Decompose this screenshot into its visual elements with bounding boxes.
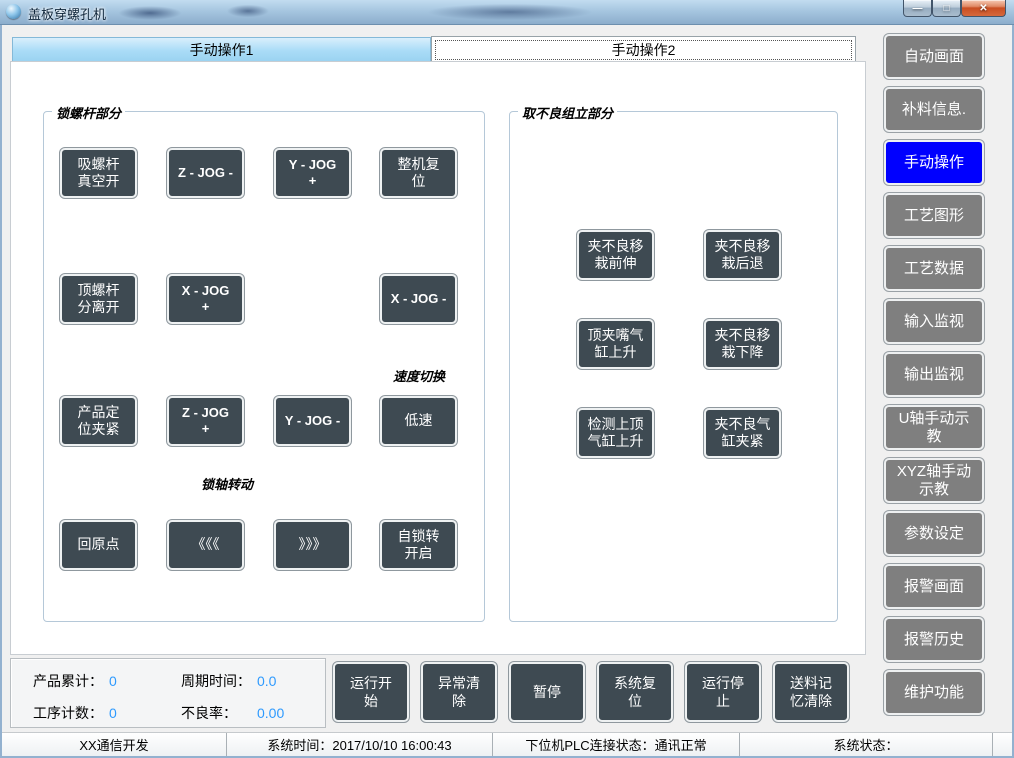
group-lock-screw-title: 锁螺杆部分 (52, 103, 125, 122)
speed-switch-label: 速度切换 (380, 366, 458, 385)
counter-product-total: 产品累计： 0 (33, 670, 181, 692)
tab-manual-operation-2-label: 手动操作2 (612, 40, 676, 60)
y-jog-minus-button[interactable]: Y - JOG - (274, 396, 351, 446)
minimize-button[interactable]: — (903, 0, 932, 17)
group-defect-assembly-title: 取不良组立部分 (518, 103, 617, 122)
z-jog-minus-button[interactable]: Z - JOG - (167, 148, 244, 198)
y-jog-plus-button[interactable]: Y - JOG + (274, 148, 351, 198)
run-stop-button[interactable]: 运行停 止 (685, 662, 761, 722)
machine-reset-button[interactable]: 整机复 位 (380, 148, 457, 198)
feed-memory-clear-button[interactable]: 送料记 忆清除 (773, 662, 849, 722)
counter-cycle-time-value: 0.0 (257, 673, 276, 689)
sidebar-item-process-data[interactable]: 工艺数据 (884, 246, 984, 291)
app-icon (6, 4, 21, 19)
sidebar-item-output-monitor[interactable]: 输出监视 (884, 352, 984, 397)
counter-defect-rate-label: 不良率： (181, 703, 257, 723)
sidebar-item-auto-screen[interactable]: 自动画面 (884, 34, 984, 79)
maximize-button[interactable]: □ (932, 0, 961, 17)
low-speed-button[interactable]: 低速 (380, 396, 457, 446)
counter-process-count-value: 0 (109, 705, 117, 721)
counter-process-count-label: 工序计数： (33, 703, 109, 723)
home-button[interactable]: 回原点 (60, 520, 137, 570)
top-clamp-cylinder-up-button[interactable]: 顶夹嘴气 缸上升 (577, 319, 654, 369)
pause-button[interactable]: 暂停 (509, 662, 585, 722)
close-button[interactable]: ✕ (961, 0, 1006, 17)
sidebar-item-parameter-setting[interactable]: 参数设定 (884, 511, 984, 556)
sidebar-item-alarm-screen[interactable]: 报警画面 (884, 564, 984, 609)
status-system-state: 系统状态： (740, 733, 993, 756)
counter-cycle-time: 周期时间： 0.0 (181, 670, 325, 692)
error-clear-button[interactable]: 异常清 除 (421, 662, 497, 722)
sidebar-item-input-monitor[interactable]: 输入监视 (884, 299, 984, 344)
system-reset-button[interactable]: 系统复 位 (597, 662, 673, 722)
group-defect-assembly: 取不良组立部分 夹不良移 栽前伸 夹不良移 栽后退 顶夹嘴气 缸上升 夹不良移 … (509, 111, 838, 622)
sidebar-item-process-graphic[interactable]: 工艺图形 (884, 193, 984, 238)
counter-defect-rate-value: 0.00 (257, 705, 284, 721)
counter-cycle-time-label: 周期时间： (181, 671, 257, 691)
lock-axis-rotate-label: 锁轴转动 (162, 474, 292, 493)
window-controls: — □ ✕ (903, 0, 1006, 17)
statusbar: XX通信开发 系统时间：2017/10/10 16:00:43 下位机PLC连接… (2, 732, 1012, 756)
status-system-time: 系统时间：2017/10/10 16:00:43 (227, 733, 493, 756)
counter-process-count: 工序计数： 0 (33, 702, 181, 724)
x-jog-plus-button[interactable]: X - JOG + (167, 274, 244, 324)
x-jog-minus-button[interactable]: X - JOG - (380, 274, 457, 324)
sidebar-item-alarm-history[interactable]: 报警历史 (884, 617, 984, 662)
detect-top-cylinder-up-button[interactable]: 检测上顶 气缸上升 (577, 408, 654, 458)
defect-transfer-forward-button[interactable]: 夹不良移 栽前伸 (577, 230, 654, 280)
rotate-left-button[interactable]: 《《《 (167, 520, 244, 570)
status-plc-connection: 下位机PLC连接状态：通讯正常 (493, 733, 740, 756)
app-window: 盖板穿螺孔机 — □ ✕ 手动操作1 手动操作2 锁螺杆部分 速度切换 锁轴转动… (0, 0, 1014, 758)
counter-panel: 产品累计： 0 周期时间： 0.0 工序计数： 0 不良率： 0.00 (10, 658, 326, 728)
status-developer: XX通信开发 (2, 733, 227, 756)
sidebar-item-u-axis-teach[interactable]: U轴手动示 教 (884, 405, 984, 450)
tab-manual-operation-1[interactable]: 手动操作1 (12, 37, 431, 62)
counter-defect-rate: 不良率： 0.00 (181, 702, 325, 724)
tab-page: 锁螺杆部分 速度切换 锁轴转动 吸螺杆 真空开 Z - JOG - Y - JO… (10, 61, 866, 655)
z-jog-plus-button[interactable]: Z - JOG + (167, 396, 244, 446)
run-start-button[interactable]: 运行开 始 (333, 662, 409, 722)
sidebar-item-manual-operation[interactable]: 手动操作 (884, 140, 984, 185)
product-position-clamp-button[interactable]: 产品定 位夹紧 (60, 396, 137, 446)
self-lock-rotate-on-button[interactable]: 自锁转 开启 (380, 520, 457, 570)
window-title: 盖板穿螺孔机 (28, 4, 106, 23)
window-titlebar: 盖板穿螺孔机 — □ ✕ (0, 0, 1014, 25)
rotate-right-button[interactable]: 》》》 (274, 520, 351, 570)
tab-manual-operation-2[interactable]: 手动操作2 (431, 36, 856, 63)
screw-vacuum-on-button[interactable]: 吸螺杆 真空开 (60, 148, 137, 198)
screw-eject-separate-button[interactable]: 顶螺杆 分离开 (60, 274, 137, 324)
sidebar-item-maintenance[interactable]: 维护功能 (884, 670, 984, 715)
group-lock-screw: 锁螺杆部分 速度切换 锁轴转动 吸螺杆 真空开 Z - JOG - Y - JO… (43, 111, 485, 622)
counter-product-total-label: 产品累计： (33, 671, 109, 691)
defect-cylinder-clamp-button[interactable]: 夹不良气 缸夹紧 (704, 408, 781, 458)
sidebar-item-xyz-axis-teach[interactable]: XYZ轴手动 示教 (884, 458, 984, 503)
counter-product-total-value: 0 (109, 673, 117, 689)
defect-transfer-down-button[interactable]: 夹不良移 栽下降 (704, 319, 781, 369)
defect-transfer-back-button[interactable]: 夹不良移 栽后退 (704, 230, 781, 280)
sidebar-item-material-info[interactable]: 补料信息. (884, 87, 984, 132)
